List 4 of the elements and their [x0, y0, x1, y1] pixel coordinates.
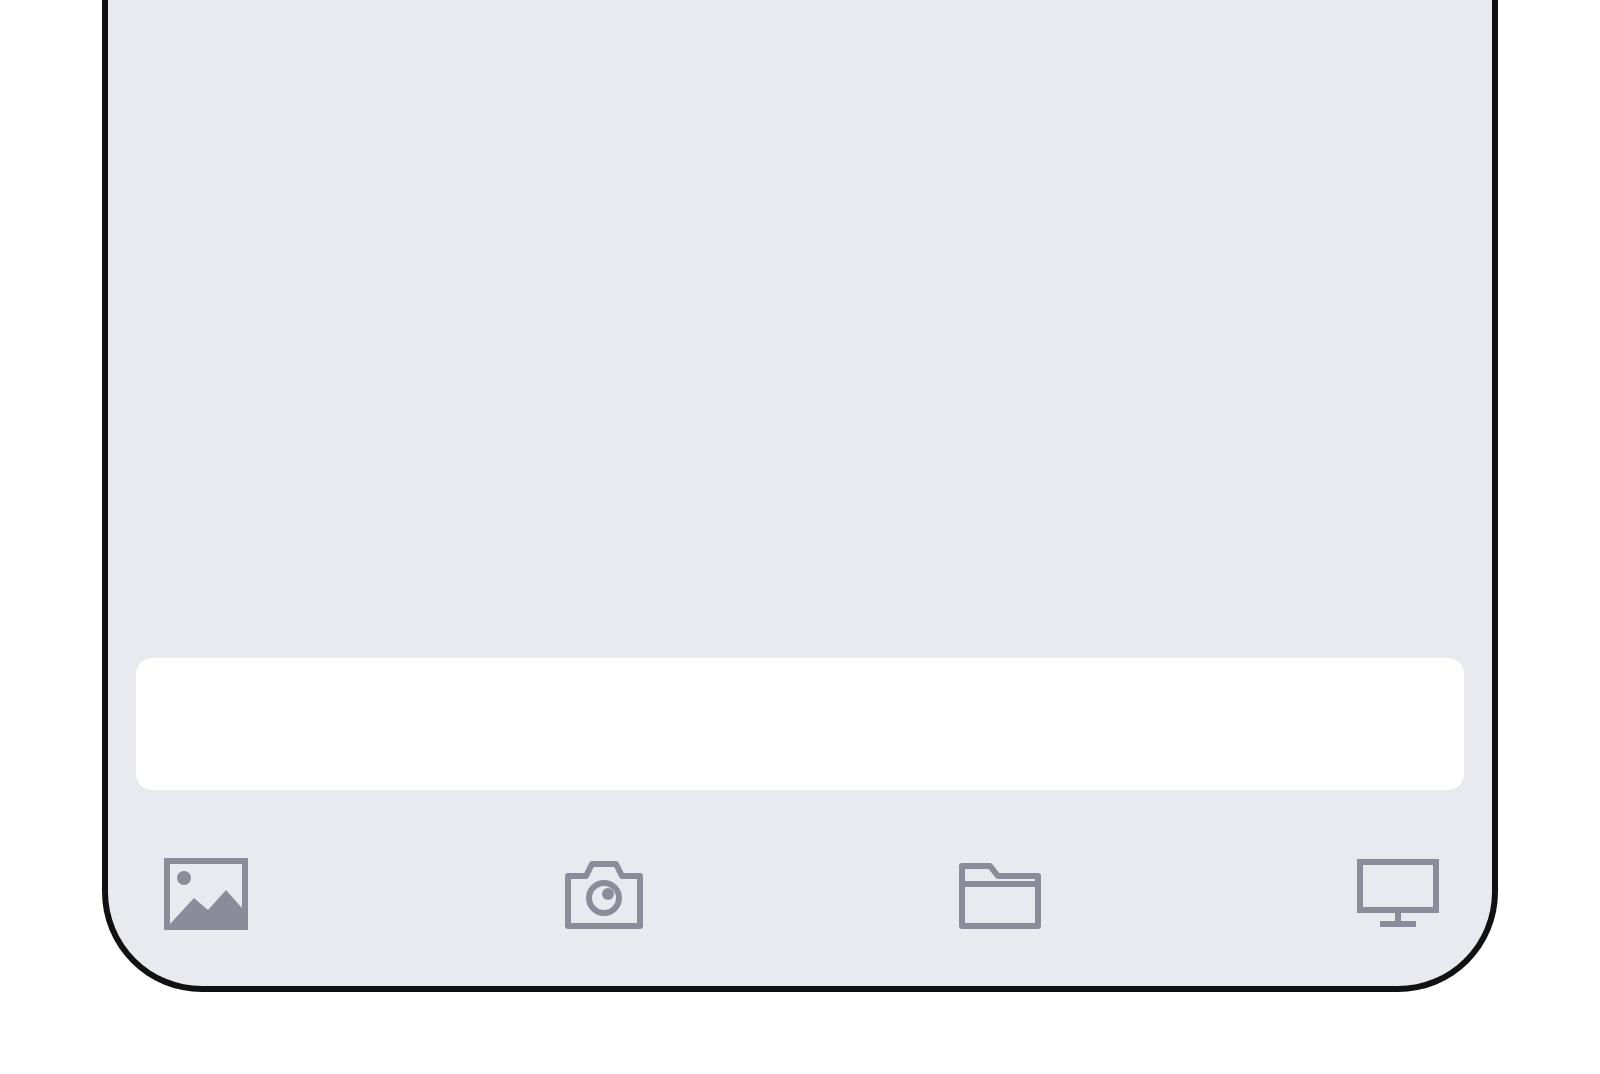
image-icon[interactable] [164, 858, 248, 930]
monitor-icon[interactable] [1355, 858, 1440, 930]
folder-icon[interactable] [958, 858, 1043, 930]
camera-icon[interactable] [561, 858, 646, 930]
